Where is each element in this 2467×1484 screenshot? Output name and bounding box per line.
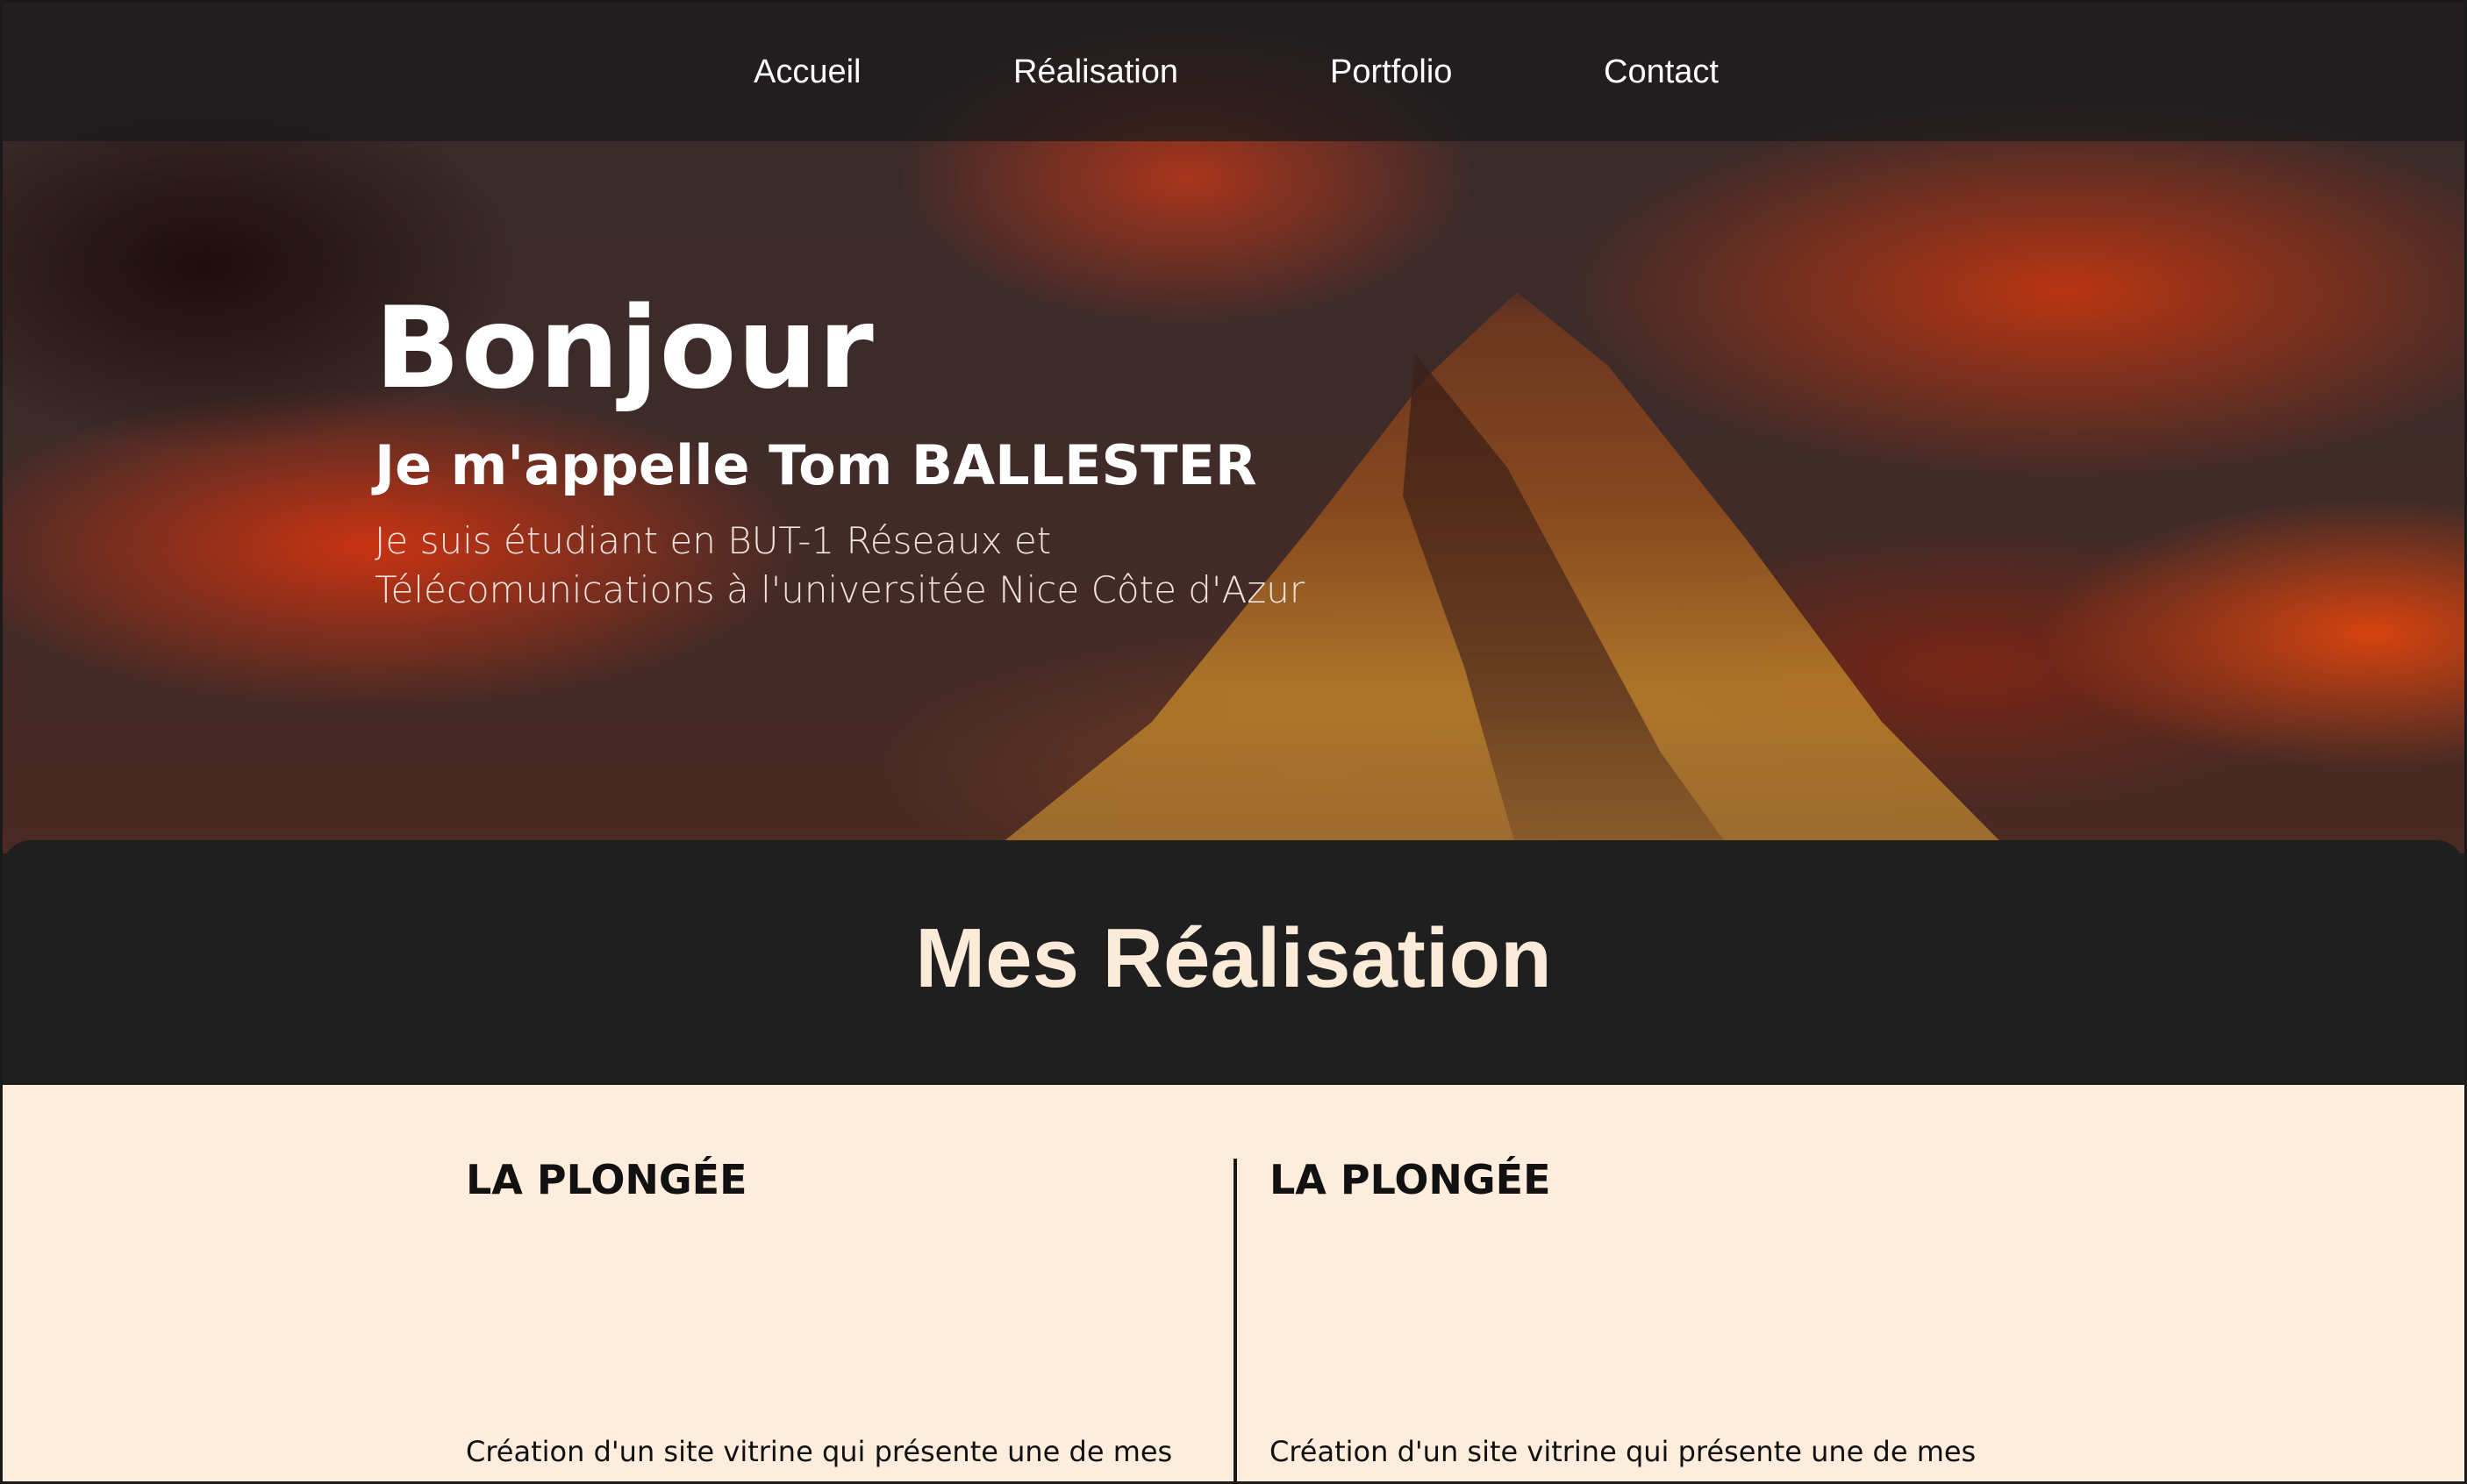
hero-section: Accueil Réalisation Portfolio Contact Bo… <box>3 3 2464 853</box>
realisations-header: Mes Réalisation <box>3 840 2464 1086</box>
card-description: Création d'un site vitrine qui présente … <box>1269 1435 1977 1468</box>
realisation-card[interactable]: LA PLONGÉE Création d'un site vitrine qu… <box>466 1155 1185 1481</box>
hero-text-block: Bonjour Je m'appelle Tom BALLESTER Je su… <box>375 283 1340 615</box>
card-title: LA PLONGÉE <box>466 1156 747 1203</box>
nav-list: Accueil Réalisation Portfolio Contact <box>3 3 2464 141</box>
top-navbar: Accueil Réalisation Portfolio Contact <box>3 3 2464 141</box>
nav-item-accueil[interactable]: Accueil <box>754 52 862 92</box>
hero-description: Je suis étudiant en BUT-1 Réseaux et Tél… <box>375 519 1305 611</box>
hero-subtitle: Je m'appelle Tom BALLESTER <box>375 433 1257 497</box>
section-title: Mes Réalisation <box>915 911 1552 1005</box>
hero-title: Bonjour <box>375 283 875 414</box>
card-divider <box>1234 1159 1237 1481</box>
nav-item-portfolio[interactable]: Portfolio <box>1330 52 1452 92</box>
card-description: Création d'un site vitrine qui présente … <box>466 1435 1173 1468</box>
nav-item-contact[interactable]: Contact <box>1604 52 1719 92</box>
nav-item-realisation[interactable]: Réalisation <box>1013 52 1178 92</box>
page: Accueil Réalisation Portfolio Contact Bo… <box>0 0 2467 1484</box>
realisation-card[interactable]: LA PLONGÉE Création d'un site vitrine qu… <box>1269 1155 1989 1481</box>
card-title: LA PLONGÉE <box>1269 1156 1551 1203</box>
realisations-content: LA PLONGÉE Création d'un site vitrine qu… <box>3 1085 2464 1481</box>
